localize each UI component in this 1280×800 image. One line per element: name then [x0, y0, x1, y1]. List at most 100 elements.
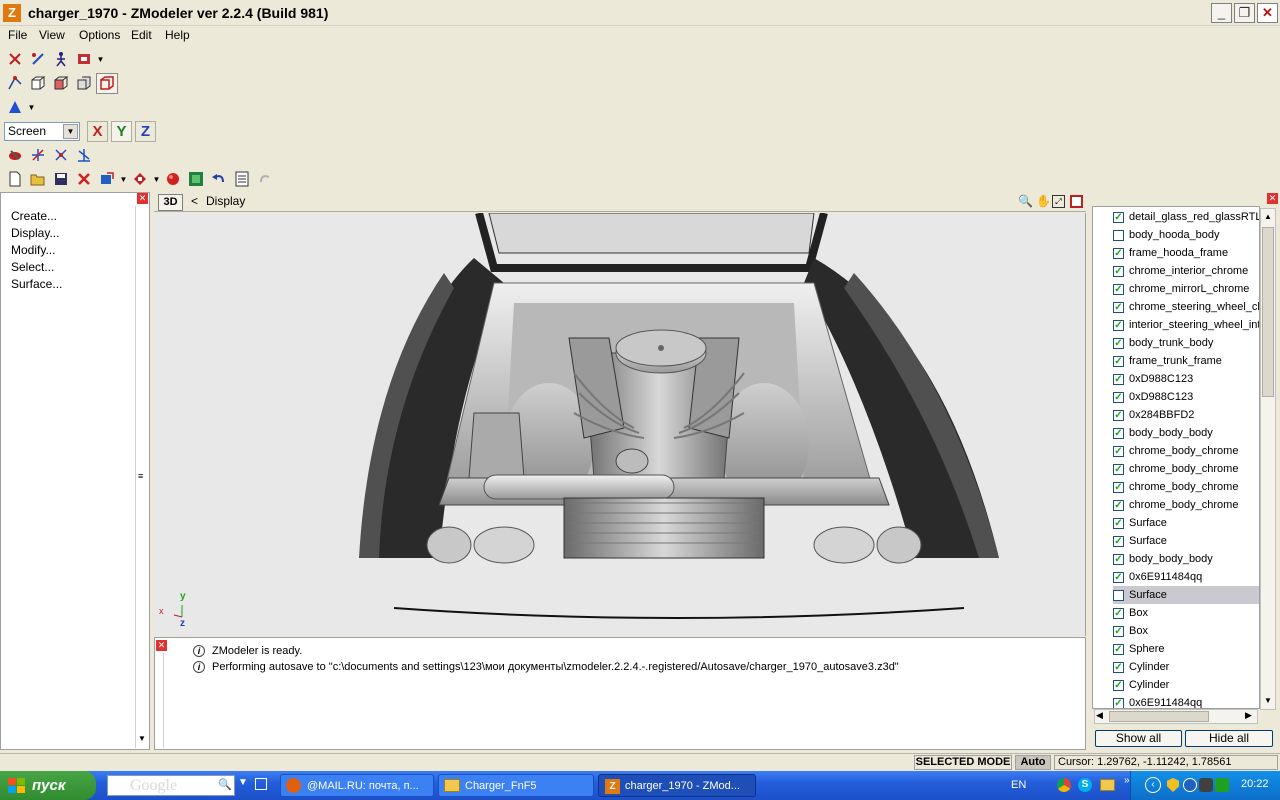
command-surface[interactable]: Surface... — [11, 277, 62, 291]
visibility-checkbox[interactable] — [1113, 229, 1124, 241]
visibility-checkbox[interactable]: ✓ — [1113, 625, 1124, 637]
visibility-checkbox[interactable]: ✓ — [1113, 679, 1124, 691]
object-list-item[interactable]: ✓ frame_hooda_frame — [1113, 244, 1259, 262]
hscroll-thumb[interactable] — [1109, 711, 1209, 722]
save-icon[interactable] — [50, 169, 72, 190]
security-shield-icon[interactable] — [1167, 778, 1179, 792]
object-list-item[interactable]: ✓ chrome_steering_wheel_ch — [1113, 298, 1259, 316]
close-icon[interactable]: ✕ — [137, 193, 148, 204]
command-display[interactable]: Display... — [11, 226, 59, 240]
visibility-checkbox[interactable]: ✓ — [1113, 697, 1124, 708]
object-list-item[interactable]: ✓ chrome_body_chrome — [1113, 478, 1259, 496]
object-list-item[interactable]: ✓ 0xD988C123 — [1113, 388, 1259, 406]
scale-icon[interactable] — [73, 145, 95, 166]
object-list-item[interactable]: ✓ 0x284BBFD2 — [1113, 406, 1259, 424]
object-list-item[interactable]: ✓ Surface — [1113, 532, 1259, 550]
export-icon[interactable] — [129, 169, 151, 190]
object-list[interactable]: ✓ detail_glass_red_glassRTL_ body_hooda_bo… — [1092, 206, 1260, 709]
axis-x-toggle[interactable]: X — [87, 120, 108, 142]
command-panel-scrollbar[interactable]: ≡ ▼ — [135, 206, 148, 748]
object-list-item[interactable]: ✓ Cylinder — [1113, 658, 1259, 676]
object-list-scrollbar[interactable]: ▲ ▼ — [1260, 208, 1276, 710]
object-list-item[interactable]: ✓ chrome_body_chrome — [1113, 496, 1259, 514]
minimize-button[interactable]: _ — [1211, 3, 1232, 23]
visibility-checkbox[interactable]: ✓ — [1113, 661, 1124, 673]
object-list-item[interactable]: ✓ interior_steering_wheel_int — [1113, 316, 1259, 334]
maximize-viewport-icon[interactable] — [1070, 195, 1083, 208]
language-indicator[interactable]: EN — [1011, 779, 1026, 791]
object-list-item[interactable]: ✓ body_body_body — [1113, 424, 1259, 442]
chevron-double-icon[interactable]: » — [1124, 775, 1130, 786]
mode-selected-icon[interactable] — [96, 72, 118, 94]
chevron-down-icon[interactable]: ▼ — [152, 175, 161, 184]
scroll-right-icon[interactable]: ▶ — [1245, 710, 1252, 721]
chevron-down-icon[interactable]: ▼ — [119, 175, 128, 184]
tray-expand-icon[interactable]: ‹ — [1145, 777, 1161, 793]
visibility-checkbox[interactable]: ✓ — [1113, 463, 1124, 475]
auto-indicator[interactable]: Auto — [1015, 755, 1051, 770]
object-list-hscrollbar[interactable]: ◀ ▶ — [1094, 709, 1258, 724]
object-list-item[interactable]: ✓ Sphere — [1113, 640, 1259, 658]
axis-y-toggle[interactable]: Y — [111, 120, 132, 142]
object-list-item[interactable]: ✓ Surface — [1113, 514, 1259, 532]
object-list-item[interactable]: ✓ Box — [1113, 604, 1259, 622]
import-icon[interactable] — [96, 169, 118, 190]
maximize-button[interactable]: ❐ — [1234, 3, 1255, 23]
object-list-item[interactable]: ✓ 0x6E911484qq — [1113, 568, 1259, 586]
object-list-item[interactable]: ✓ chrome_body_chrome — [1113, 442, 1259, 460]
visibility-checkbox[interactable]: ✓ — [1113, 391, 1124, 403]
visibility-checkbox[interactable]: ✓ — [1113, 607, 1124, 619]
mode-cube-icon[interactable] — [27, 73, 49, 94]
show-all-button[interactable]: Show all — [1095, 730, 1182, 747]
visibility-checkbox[interactable]: ✓ — [1113, 517, 1124, 529]
show-desktop-icon[interactable] — [255, 778, 267, 790]
zoom-icon[interactable]: 🔍 — [1018, 194, 1033, 208]
visibility-checkbox[interactable]: ✓ — [1113, 427, 1124, 439]
command-modify[interactable]: Modify... — [11, 243, 55, 257]
open-folder-icon[interactable] — [27, 169, 49, 190]
command-select[interactable]: Select... — [11, 260, 54, 274]
close-icon[interactable]: ✕ — [156, 640, 167, 651]
title-bar[interactable]: Z charger_1970 - ZModeler ver 2.2.4 (Bui… — [0, 0, 1280, 26]
scroll-down-icon[interactable]: ▼ — [138, 734, 146, 743]
grip-icon[interactable]: ≡ — [138, 471, 143, 481]
visibility-checkbox[interactable]: ✓ — [1113, 481, 1124, 493]
object-list-item[interactable]: Surface — [1113, 586, 1259, 604]
object-list-item[interactable]: ✓ Cylinder — [1113, 676, 1259, 694]
task-mail-ru[interactable]: @MAIL.RU: почта, п... — [280, 774, 434, 797]
object-list-item[interactable]: ✓ frame_trunk_frame — [1113, 352, 1259, 370]
rotate-icon[interactable] — [50, 145, 72, 166]
menu-edit[interactable]: Edit — [131, 28, 152, 42]
menu-view[interactable]: View — [39, 28, 65, 42]
zoom-extents-icon[interactable]: ⤢ — [1052, 195, 1065, 208]
new-file-icon[interactable] — [4, 169, 26, 190]
move-icon[interactable] — [27, 145, 49, 166]
network-icon[interactable] — [1183, 778, 1197, 792]
visibility-checkbox[interactable]: ✓ — [1113, 337, 1124, 349]
close-icon[interactable]: ✕ — [1267, 193, 1278, 204]
texture-icon[interactable] — [185, 169, 207, 190]
mode-vertex-icon[interactable] — [4, 73, 26, 94]
visibility-checkbox[interactable]: ✓ — [1113, 211, 1124, 223]
object-list-item[interactable]: ✓ 0x6E911484qq — [1113, 694, 1259, 708]
search-icon[interactable]: 🔍 — [218, 778, 232, 791]
object-list-item[interactable]: ✓ Box — [1113, 622, 1259, 640]
render-sphere-icon[interactable] — [162, 169, 184, 190]
menu-file[interactable]: File — [8, 28, 27, 42]
close-button[interactable]: ✕ — [1257, 3, 1278, 23]
visibility-checkbox[interactable]: ✓ — [1113, 265, 1124, 277]
chevron-down-icon[interactable]: ▼ — [96, 55, 105, 64]
task-zmodeler[interactable]: charger_1970 - ZMod... — [598, 774, 756, 797]
select-vertex-icon[interactable] — [4, 49, 26, 70]
viewport-tab-3d[interactable]: 3D — [158, 194, 183, 211]
object-list-item[interactable]: ✓ chrome_body_chrome — [1113, 460, 1259, 478]
visibility-checkbox[interactable]: ✓ — [1113, 247, 1124, 259]
undo-icon[interactable] — [208, 169, 230, 190]
visibility-checkbox[interactable]: ✓ — [1113, 409, 1124, 421]
paint-icon[interactable] — [4, 145, 26, 166]
usb-icon[interactable] — [1215, 778, 1229, 792]
hide-all-button[interactable]: Hide all — [1185, 730, 1273, 747]
chrome-icon[interactable] — [1057, 778, 1071, 792]
scroll-thumb[interactable] — [1262, 227, 1274, 397]
visibility-checkbox[interactable]: ✓ — [1113, 319, 1124, 331]
